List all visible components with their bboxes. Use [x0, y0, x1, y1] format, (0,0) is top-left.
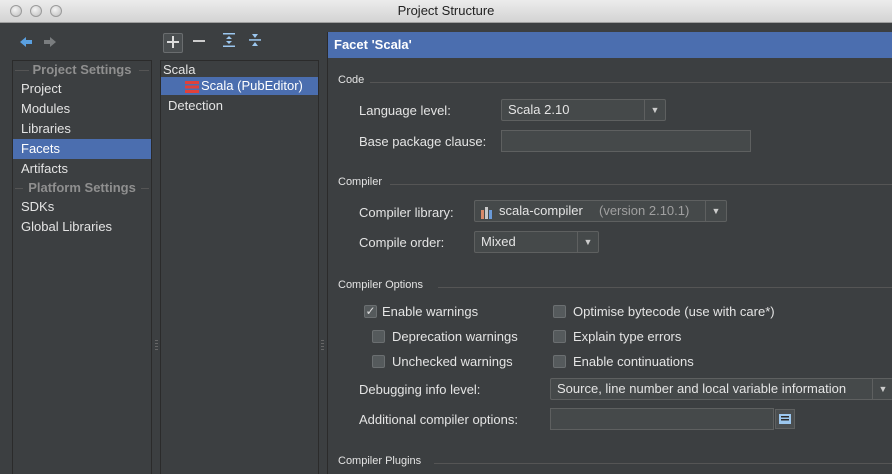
- enable-warnings-label: Enable warnings: [382, 304, 479, 319]
- forward-arrow-icon[interactable]: [40, 34, 60, 54]
- language-level-select[interactable]: Scala 2.10 ▼: [501, 99, 666, 121]
- window-title: Project Structure: [397, 3, 495, 18]
- facets-tree: Scala Scala (PubEditor) Detection: [160, 60, 319, 474]
- sidebar-item-project[interactable]: Project: [13, 79, 151, 99]
- optimise-bytecode-label: Optimise bytecode (use with care*): [573, 304, 775, 319]
- chevron-down-icon: ▼: [577, 232, 598, 252]
- expand-all-icon[interactable]: [219, 33, 239, 53]
- additional-options-input[interactable]: [550, 408, 774, 430]
- deprecation-warnings-label: Deprecation warnings: [392, 329, 518, 344]
- compiler-options-group-title: Compiler Options: [338, 279, 423, 291]
- enable-warnings-checkbox[interactable]: ✓: [364, 305, 377, 318]
- sidebar-item-facets[interactable]: Facets: [13, 139, 151, 159]
- sidebar-item-artifacts[interactable]: Artifacts: [13, 159, 151, 179]
- unchecked-warnings-checkbox[interactable]: [372, 355, 385, 368]
- scala-icon: [185, 80, 199, 98]
- tree-node-label: Scala (PubEditor): [201, 78, 303, 93]
- enable-continuations-label: Enable continuations: [573, 354, 694, 369]
- back-arrow-icon[interactable]: [16, 34, 36, 54]
- splitter-handle[interactable]: [321, 340, 324, 352]
- settings-sidebar: Project Settings Project Modules Librari…: [12, 60, 152, 474]
- expand-text-icon[interactable]: [775, 409, 795, 429]
- unchecked-warnings-label: Unchecked warnings: [392, 354, 513, 369]
- remove-icon[interactable]: [189, 33, 209, 53]
- compile-order-label: Compile order:: [359, 235, 445, 250]
- code-group-title: Code: [338, 74, 365, 86]
- tree-node-scala-pubeditor[interactable]: Scala (PubEditor): [161, 77, 318, 95]
- additional-options-label: Additional compiler options:: [359, 412, 518, 427]
- base-package-input[interactable]: [501, 130, 751, 152]
- compiler-library-select[interactable]: scala-compiler (version 2.10.1) ▼: [474, 200, 727, 222]
- library-icon: [481, 205, 493, 225]
- zoom-window-button[interactable]: [50, 5, 62, 17]
- language-level-label: Language level:: [359, 103, 451, 118]
- sidebar-item-modules[interactable]: Modules: [13, 99, 151, 119]
- add-icon[interactable]: [163, 33, 183, 53]
- chevron-down-icon: ▼: [872, 379, 892, 399]
- sidebar-item-libraries[interactable]: Libraries: [13, 119, 151, 139]
- debug-info-level-label: Debugging info level:: [359, 382, 481, 397]
- compile-order-select[interactable]: Mixed ▼: [474, 231, 599, 253]
- explain-type-errors-checkbox[interactable]: [553, 330, 566, 343]
- chevron-down-icon: ▼: [705, 201, 726, 221]
- debug-info-level-select[interactable]: Source, line number and local variable i…: [550, 378, 892, 400]
- compiler-group-title: Compiler: [338, 176, 383, 188]
- facet-settings-panel: Facet 'Scala' Code Language level: Scala…: [327, 32, 892, 474]
- base-package-label: Base package clause:: [359, 134, 487, 149]
- deprecation-warnings-checkbox[interactable]: [372, 330, 385, 343]
- minimize-window-button[interactable]: [30, 5, 42, 17]
- splitter-handle[interactable]: [155, 340, 158, 352]
- sidebar-item-sdks[interactable]: SDKs: [13, 197, 151, 217]
- platform-settings-header: Platform Settings: [13, 179, 151, 197]
- window-titlebar: Project Structure: [0, 0, 892, 23]
- enable-continuations-checkbox[interactable]: [553, 355, 566, 368]
- facet-title: Facet 'Scala': [328, 32, 892, 58]
- collapse-all-icon[interactable]: [245, 33, 265, 53]
- project-settings-header: Project Settings: [13, 61, 151, 79]
- tree-node-detection[interactable]: Detection: [168, 97, 223, 115]
- optimise-bytecode-checkbox[interactable]: [553, 305, 566, 318]
- chevron-down-icon: ▼: [644, 100, 665, 120]
- sidebar-item-global-libraries[interactable]: Global Libraries: [13, 217, 151, 237]
- compiler-plugins-group-title: Compiler Plugins: [338, 455, 422, 467]
- explain-type-errors-label: Explain type errors: [573, 329, 682, 344]
- compiler-library-label: Compiler library:: [359, 205, 454, 220]
- close-window-button[interactable]: [10, 5, 22, 17]
